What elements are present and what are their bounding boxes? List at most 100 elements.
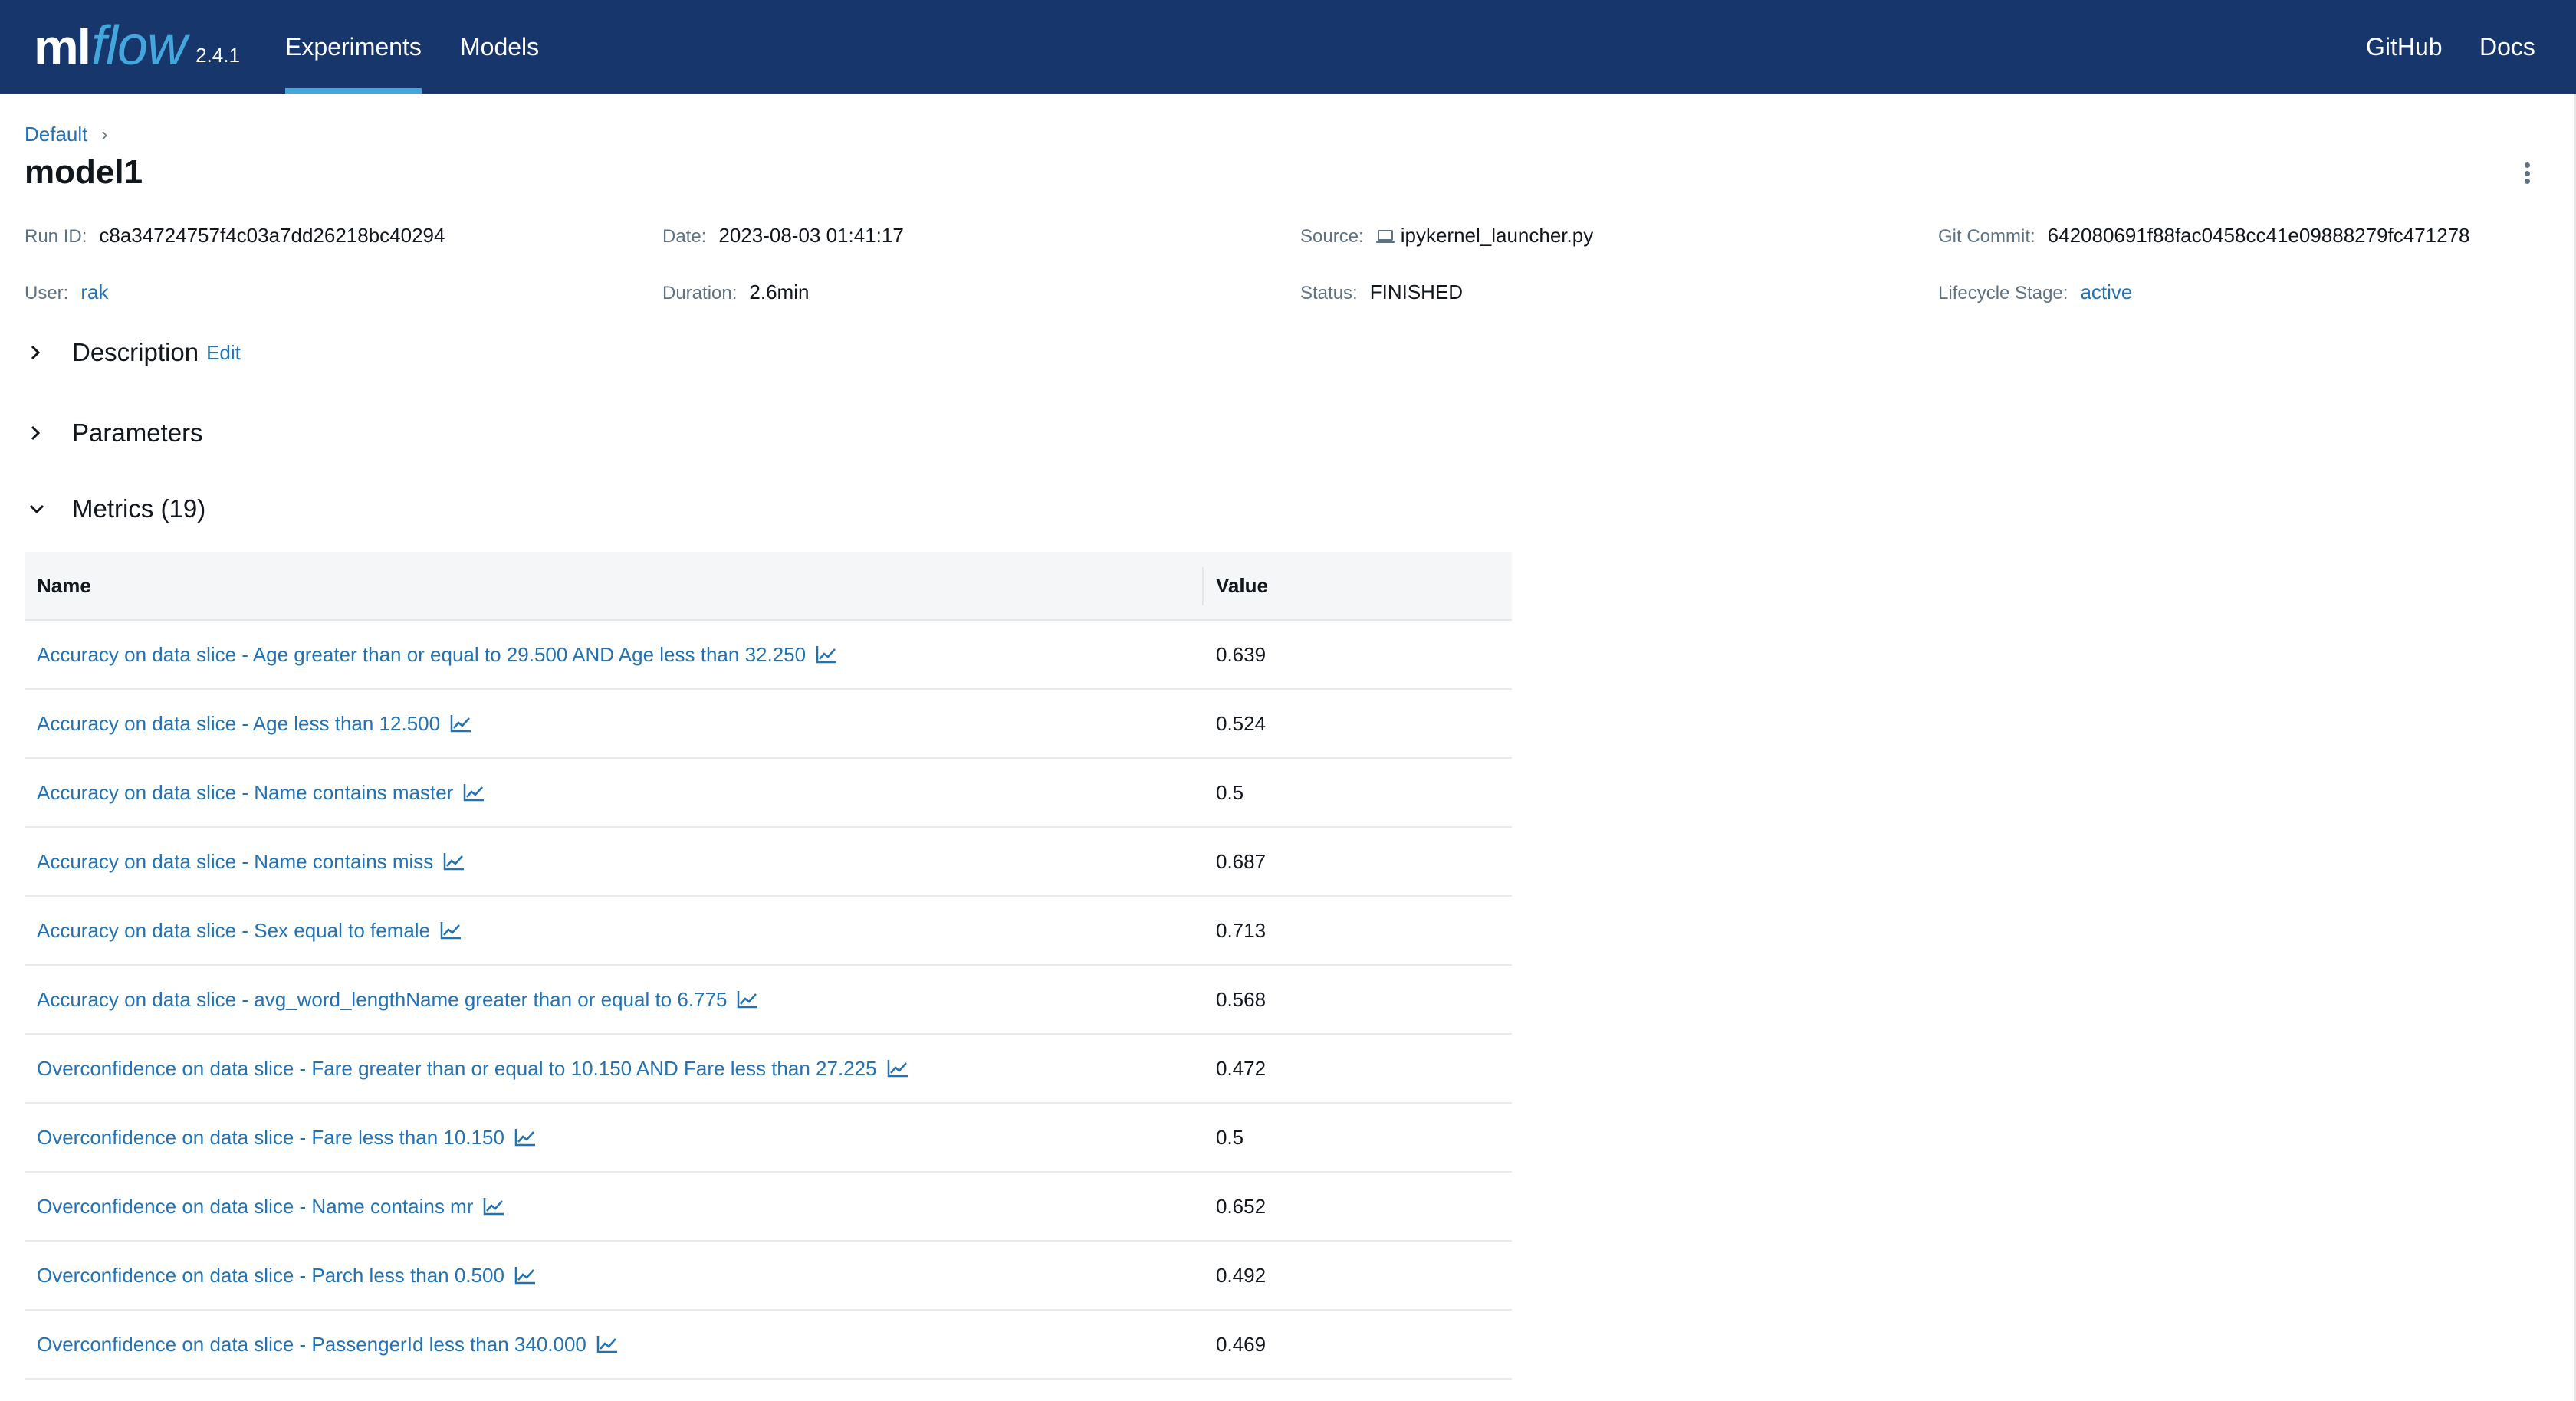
breadcrumb: Default › [25, 123, 107, 146]
metric-name-link[interactable]: Accuracy on data slice - avg_word_length… [37, 988, 759, 1012]
logo-ml-text: ml [34, 18, 91, 75]
duration-label: Duration: [662, 283, 738, 303]
metric-name-text: Overconfidence on data slice - Passenger… [37, 1332, 586, 1356]
run-id-value: c8a34724757f4c03a7dd26218bc40294 [99, 224, 445, 247]
laptop-icon [1375, 230, 1395, 243]
metric-value: 0.568 [1216, 987, 1267, 1011]
breadcrumb-separator: › [101, 123, 108, 145]
column-divider[interactable] [1202, 567, 1204, 605]
line-chart-icon[interactable] [442, 851, 465, 871]
table-header: Name Value [25, 552, 1512, 621]
line-chart-icon[interactable] [482, 1196, 505, 1216]
mlflow-logo[interactable]: ml flow 2.4.1 [34, 11, 240, 84]
date-field: Date: 2023-08-03 01:41:17 [662, 224, 904, 248]
date-label: Date: [662, 226, 707, 247]
line-chart-icon[interactable] [596, 1334, 619, 1354]
description-section-header[interactable]: Description Edit [28, 337, 241, 368]
duration-field: Duration: 2.6min [662, 281, 809, 304]
metric-value: 0.652 [1216, 1194, 1267, 1218]
metrics-title: Metrics (19) [72, 494, 206, 523]
metric-name-link[interactable]: Accuracy on data slice - Name contains m… [37, 850, 465, 874]
metric-value: 0.687 [1216, 849, 1267, 873]
nav-models[interactable]: Models [460, 0, 539, 94]
status-value: FINISHED [1369, 281, 1464, 303]
metric-name-link[interactable]: Overconfidence on data slice - Passenger… [37, 1333, 619, 1357]
table-row: Accuracy on data slice - Age greater tha… [25, 621, 1512, 690]
metric-value: 0.492 [1216, 1263, 1267, 1287]
description-edit-link[interactable]: Edit [206, 341, 241, 365]
duration-value: 2.6min [749, 281, 810, 303]
date-value: 2023-08-03 01:41:17 [718, 224, 904, 247]
line-chart-icon[interactable] [449, 714, 472, 733]
lifecycle-field: Lifecycle Stage: active [1938, 281, 2132, 304]
breadcrumb-default[interactable]: Default [25, 123, 87, 146]
metric-name-text: Accuracy on data slice - Age less than 1… [37, 711, 441, 735]
source-label: Source: [1300, 226, 1364, 247]
line-chart-icon[interactable] [736, 989, 759, 1009]
lifecycle-link[interactable]: active [2080, 281, 2132, 304]
nav-github[interactable]: GitHub [2366, 0, 2443, 94]
metric-value: 0.524 [1216, 711, 1267, 735]
page-title: model1 [25, 153, 143, 191]
git-commit-label: Git Commit: [1938, 226, 2036, 247]
metric-name-text: Overconfidence on data slice - Fare grea… [37, 1056, 877, 1080]
run-metadata-row-2: User: rak Duration: 2.6min Status: FINIS… [25, 281, 2555, 311]
metrics-table: Name Value Accuracy on data slice - Age … [25, 552, 1512, 1380]
metric-name-link[interactable]: Overconfidence on data slice - Fare less… [37, 1126, 537, 1150]
line-chart-icon[interactable] [886, 1058, 909, 1078]
table-row: Overconfidence on data slice - Fare grea… [25, 1035, 1512, 1104]
top-nav-bar: ml flow 2.4.1 Experiments Models GitHub … [0, 0, 2576, 94]
column-header-value[interactable]: Value [1216, 574, 1268, 598]
more-options-icon[interactable] [2519, 159, 2535, 187]
metric-name-link[interactable]: Overconfidence on data slice - Name cont… [37, 1195, 505, 1219]
metric-name-text: Accuracy on data slice - Sex equal to fe… [37, 918, 431, 942]
metric-value: 0.5 [1216, 780, 1244, 804]
metric-name-text: Accuracy on data slice - Name contains m… [37, 849, 434, 873]
table-row: Accuracy on data slice - Name contains m… [25, 828, 1512, 897]
table-body: Accuracy on data slice - Age greater tha… [25, 621, 1512, 1380]
line-chart-icon[interactable] [439, 920, 462, 940]
status-label: Status: [1300, 283, 1358, 303]
metric-value: 0.5 [1216, 1125, 1244, 1149]
nav-docs[interactable]: Docs [2479, 0, 2535, 94]
table-row: Accuracy on data slice - Name contains m… [25, 759, 1512, 828]
metric-name-link[interactable]: Accuracy on data slice - Age greater tha… [37, 643, 838, 667]
chevron-right-icon [28, 418, 58, 448]
nav-experiments[interactable]: Experiments [285, 0, 422, 94]
git-commit-value: 642080691f88fac0458cc41e09888279fc471278 [2047, 224, 2470, 247]
metric-name-link[interactable]: Accuracy on data slice - Name contains m… [37, 781, 485, 805]
source-field: Source: ipykernel_launcher.py [1300, 224, 1593, 248]
metric-name-link[interactable]: Overconfidence on data slice - Fare grea… [37, 1057, 909, 1081]
line-chart-icon[interactable] [462, 783, 485, 802]
line-chart-icon[interactable] [514, 1265, 537, 1285]
metrics-section-header[interactable]: Metrics (19) [28, 494, 205, 524]
user-link[interactable]: rak [80, 281, 108, 304]
table-row: Accuracy on data slice - avg_word_length… [25, 966, 1512, 1035]
chevron-right-icon [28, 337, 58, 368]
metric-name-link[interactable]: Accuracy on data slice - Age less than 1… [37, 712, 472, 736]
table-row: Overconfidence on data slice - Fare less… [25, 1104, 1512, 1173]
table-row: Overconfidence on data slice - Name cont… [25, 1173, 1512, 1242]
column-header-name[interactable]: Name [37, 574, 91, 598]
metric-name-text: Accuracy on data slice - Age greater tha… [37, 642, 807, 666]
parameters-title: Parameters [72, 418, 203, 447]
metric-name-text: Overconfidence on data slice - Fare less… [37, 1125, 504, 1149]
logo-flow-text: flow [91, 15, 187, 77]
metric-name-text: Accuracy on data slice - Name contains m… [37, 780, 454, 804]
git-commit-field: Git Commit: 642080691f88fac0458cc41e0988… [1938, 224, 2470, 248]
description-title: Description [72, 338, 199, 366]
version-label: 2.4.1 [196, 44, 240, 67]
metric-name-link[interactable]: Accuracy on data slice - Sex equal to fe… [37, 919, 462, 943]
metric-name-text: Accuracy on data slice - avg_word_length… [37, 987, 728, 1011]
table-row: Accuracy on data slice - Sex equal to fe… [25, 897, 1512, 966]
metric-name-link[interactable]: Overconfidence on data slice - Parch les… [37, 1264, 537, 1288]
run-id-label: Run ID: [25, 226, 87, 247]
table-row: Overconfidence on data slice - Parch les… [25, 1242, 1512, 1311]
source-value: ipykernel_launcher.py [1400, 224, 1594, 247]
run-metadata-row-1: Run ID: c8a34724757f4c03a7dd26218bc40294… [25, 224, 2555, 254]
line-chart-icon[interactable] [514, 1127, 537, 1147]
parameters-section-header[interactable]: Parameters [28, 418, 203, 448]
line-chart-icon[interactable] [815, 645, 838, 664]
chevron-down-icon [28, 494, 58, 524]
lifecycle-label: Lifecycle Stage: [1938, 283, 2068, 303]
